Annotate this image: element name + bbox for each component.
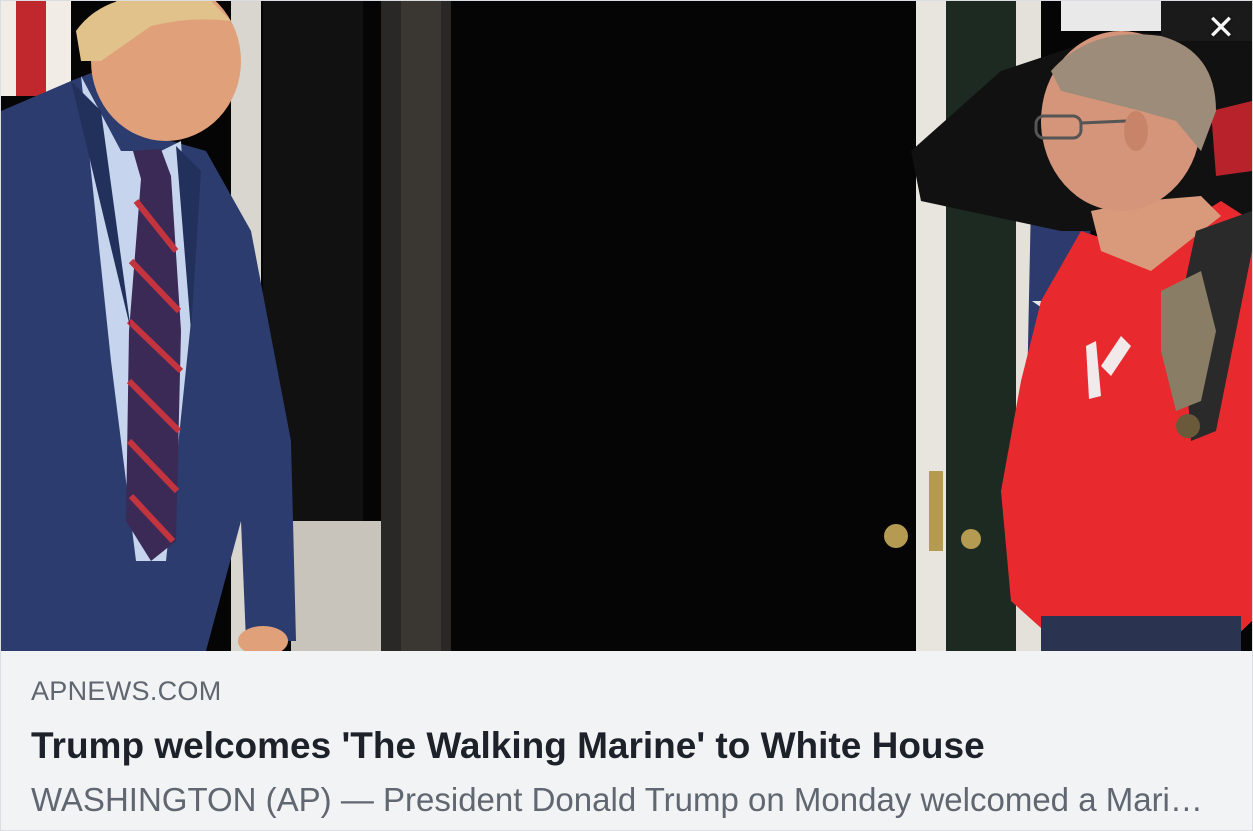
link-preview-card[interactable]: ✕ APNEWS.COM Trump welcomes 'The Walking… [0,0,1253,831]
close-button[interactable]: ✕ [1204,11,1238,45]
article-description: WASHINGTON (AP) — President Donald Trump… [31,781,1221,818]
link-preview-meta[interactable]: APNEWS.COM Trump welcomes 'The Walking M… [1,675,1252,820]
source-domain: APNEWS.COM [31,676,222,706]
preview-image[interactable]: ✕ [1,1,1252,651]
article-headline[interactable]: Trump welcomes 'The Walking Marine' to W… [31,724,1222,768]
close-icon: ✕ [1206,8,1236,48]
preview-photo-illustration [1,1,1252,651]
